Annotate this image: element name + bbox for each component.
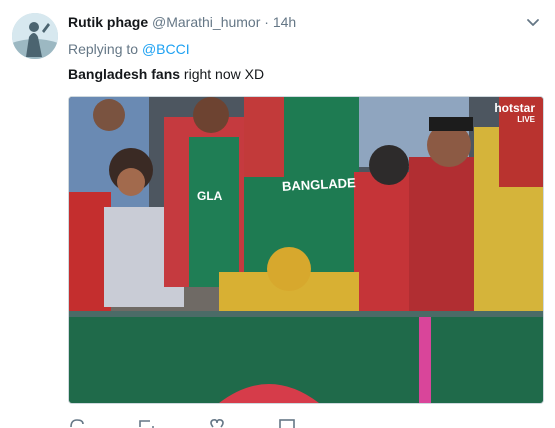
watermark-live: LIVE	[517, 115, 535, 124]
avatar-image	[12, 13, 58, 59]
avatar[interactable]	[12, 13, 58, 59]
tweet-actions	[68, 418, 296, 428]
chevron-down-icon[interactable]	[525, 14, 541, 30]
like-icon[interactable]	[208, 418, 226, 428]
hotstar-watermark: hotstar LIVE	[494, 101, 535, 125]
tweet-header: Rutik phage @Marathi_humor · 14h	[68, 12, 296, 32]
reply-icon[interactable]	[68, 418, 86, 428]
replying-prefix: Replying to	[68, 41, 139, 57]
watermark-brand: hotstar	[494, 101, 535, 115]
author-name[interactable]: Rutik phage	[68, 14, 148, 30]
tweet-media[interactable]: BANGLADE GLA hotstar LIVE	[68, 96, 544, 404]
retweet-icon[interactable]	[138, 418, 156, 428]
tweet-text-rest: right now XD	[180, 66, 265, 82]
timestamp[interactable]: 14h	[273, 14, 296, 30]
media-photo	[69, 97, 543, 403]
author-handle[interactable]: @Marathi_humor	[152, 14, 260, 30]
message-icon[interactable]	[278, 418, 296, 428]
replying-to-link[interactable]: @BCCI	[142, 41, 190, 57]
tweet-text-bold: Bangladesh fans	[68, 66, 181, 82]
jersey-text-2: GLA	[197, 189, 223, 203]
separator: ·	[264, 14, 269, 30]
replying-to: Replying to @BCCI	[68, 39, 190, 59]
tweet-text: Bangladesh fans right now XD	[68, 64, 264, 84]
tweet: Rutik phage @Marathi_humor · 14h Replyin…	[0, 0, 555, 428]
